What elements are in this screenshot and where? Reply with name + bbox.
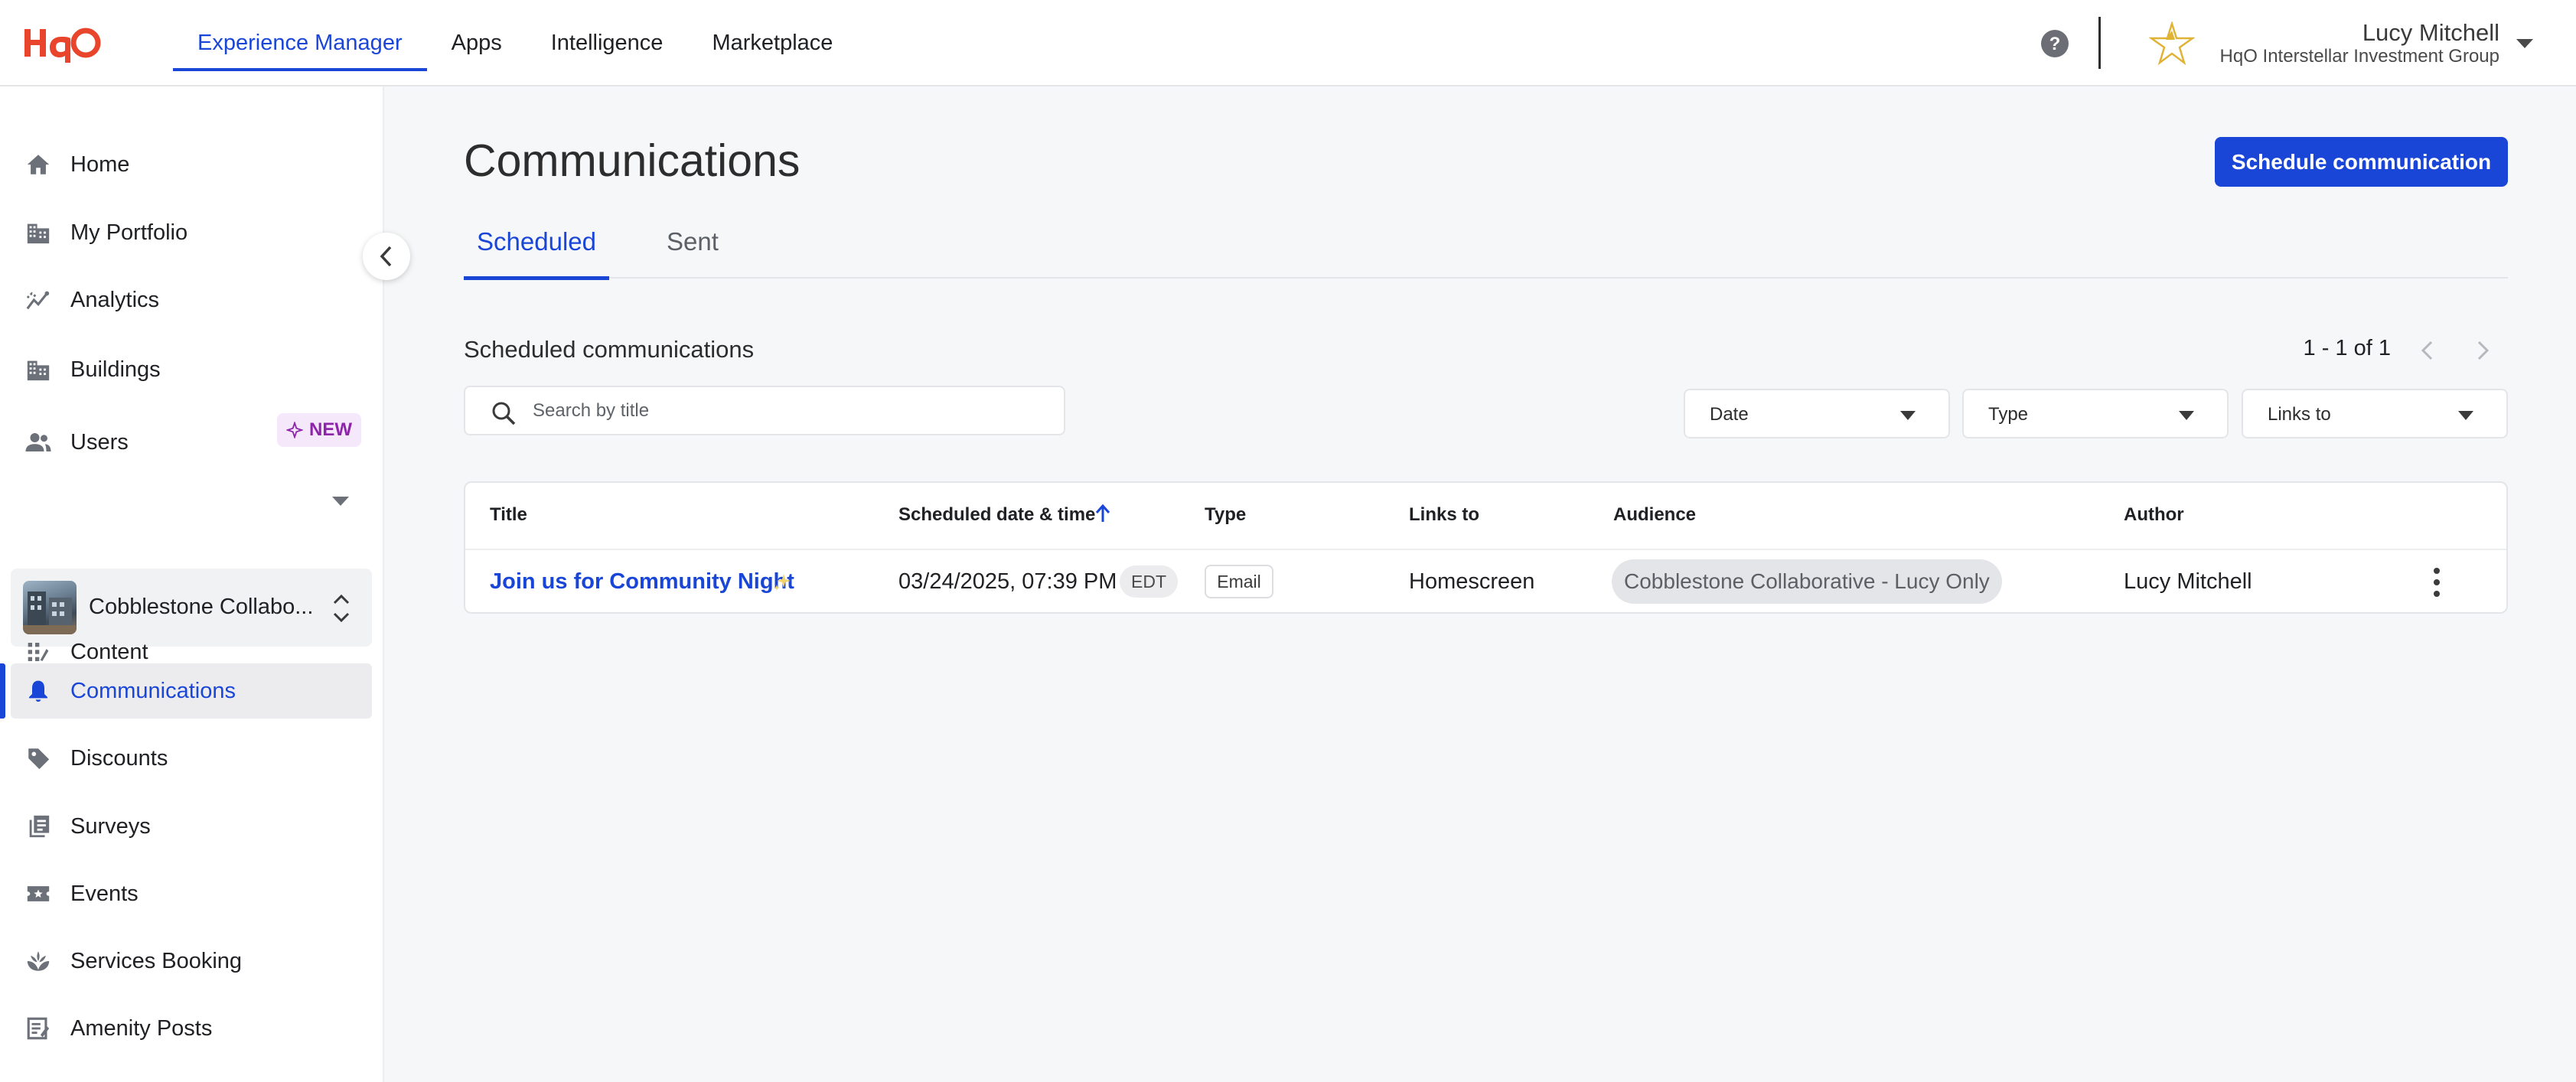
author-value: Lucy Mitchell [2124, 569, 2252, 594]
page-prev-icon[interactable] [2417, 338, 2438, 363]
analytics-icon [23, 285, 54, 315]
top-bar: Experience Manager Apps Intelligence Mar… [0, 0, 2576, 86]
svg-text:?: ? [2049, 34, 2061, 54]
filter-label: Links to [2268, 404, 2331, 425]
sidebar-item-label: My Portfolio [70, 220, 188, 245]
topnav-marketplace[interactable]: Marketplace [687, 0, 857, 86]
users-expand-chevron-icon[interactable] [331, 495, 351, 507]
sidebar-item-services-booking[interactable]: Services Booking [11, 934, 372, 989]
links-to-filter-select[interactable]: Links to [2242, 389, 2508, 438]
events-icon [23, 878, 54, 909]
sidebar-item-buildings[interactable]: Buildings [11, 342, 372, 397]
pagination-status: 1 - 1 of 1 [2303, 336, 2391, 360]
surveys-icon [23, 811, 54, 842]
hqo-logo[interactable] [21, 23, 101, 63]
tag-icon [23, 743, 54, 774]
sidebar-item-analytics[interactable]: Analytics [11, 272, 372, 328]
column-header-type[interactable]: Type [1205, 504, 1246, 526]
page-next-icon[interactable] [2472, 338, 2493, 363]
filter-label: Type [1988, 404, 2029, 425]
sidebar-item-my-portfolio[interactable]: My Portfolio [11, 205, 372, 260]
sidebar-item-label: Surveys [70, 813, 151, 839]
home-icon [23, 149, 54, 180]
top-navigation: Experience Manager Apps Intelligence Mar… [173, 0, 857, 86]
more-actions-icon[interactable] [2421, 565, 2452, 600]
sidebar-item-users[interactable]: Users [11, 415, 372, 470]
sidebar-item-label: Services Booking [70, 948, 243, 973]
filter-label: Date [1710, 404, 1749, 425]
search-field [464, 386, 1065, 435]
sidebar-collapse-button[interactable] [363, 233, 410, 280]
caret-down-icon [2179, 411, 2194, 420]
sidebar-item-label: Content [70, 639, 148, 664]
caret-down-icon [2458, 411, 2473, 420]
content-icon [23, 637, 54, 667]
column-header-scheduled-date[interactable]: Scheduled date & time [898, 504, 1095, 526]
timezone-badge: EDT [1120, 565, 1178, 598]
sidebar-item-surveys[interactable]: Surveys [11, 799, 372, 854]
sidebar-item-amenity-posts[interactable]: Amenity Posts [11, 1001, 372, 1056]
communications-table: Title Scheduled date & time Type Links t… [464, 481, 2508, 614]
topnav-intelligence[interactable]: Intelligence [527, 0, 688, 86]
sidebar-item-label: Home [70, 152, 130, 177]
users-icon [23, 427, 54, 458]
services-icon [23, 946, 54, 976]
sidebar: Home My Portfolio Analytics Buildings NE… [0, 86, 410, 1082]
column-header-author[interactable]: Author [2124, 504, 2184, 526]
tab-scheduled[interactable]: Scheduled [464, 205, 609, 280]
section-title: Scheduled communications [464, 336, 755, 363]
page-title: Communications [464, 135, 801, 186]
communication-title-link[interactable]: Join us for Community Night [490, 569, 794, 595]
active-indicator [0, 663, 5, 719]
sidebar-item-label: Users [70, 429, 129, 455]
sort-ascending-icon[interactable] [1094, 504, 1111, 523]
header-divider [465, 549, 2506, 550]
search-input[interactable] [533, 393, 1053, 429]
sidebar-item-communications[interactable]: Communications [11, 663, 372, 719]
date-filter-select[interactable]: Date [1684, 389, 1950, 438]
bell-icon [23, 676, 54, 706]
sidebar-item-home[interactable]: Home [11, 137, 372, 192]
sidebar-item-events[interactable]: Events [11, 866, 372, 921]
topnav-apps[interactable]: Apps [427, 0, 527, 86]
unfold-icon [333, 594, 350, 623]
schedule-communication-button[interactable]: Schedule communication [2215, 137, 2508, 187]
type-badge: Email [1205, 565, 1273, 598]
audience-chip: Cobblestone Collaborative - Lucy Only [1612, 559, 2002, 604]
search-icon [492, 402, 516, 425]
column-header-links-to[interactable]: Links to [1409, 504, 1479, 526]
sidebar-item-label: Events [70, 881, 139, 906]
portfolio-icon [23, 217, 54, 248]
sidebar-item-label: Communications [70, 678, 236, 703]
topnav-experience-manager[interactable]: Experience Manager [173, 0, 427, 86]
user-menu-caret-icon[interactable] [2515, 37, 2535, 51]
caret-down-icon [1900, 411, 1916, 420]
scheduled-datetime: 03/24/2025, 07:39 PM [898, 569, 1117, 594]
chevron-left-icon [380, 246, 392, 267]
sidebar-item-label: Analytics [70, 287, 160, 312]
help-icon[interactable]: ? [2040, 29, 2069, 58]
sidebar-item-label: Amenity Posts [70, 1015, 213, 1041]
org-star-icon [2149, 21, 2195, 66]
column-header-audience[interactable]: Audience [1613, 504, 1696, 526]
tab-bar: Scheduled Sent [464, 205, 2508, 280]
sparkle-icon [774, 574, 791, 591]
amenity-posts-icon [23, 1013, 54, 1044]
user-name[interactable]: Lucy Mitchell [2362, 19, 2499, 47]
buildings-icon [23, 354, 54, 385]
links-to-value: Homescreen [1409, 569, 1535, 594]
tab-sent[interactable]: Sent [651, 205, 735, 279]
sidebar-item-label: Buildings [70, 357, 161, 382]
sidebar-item-discounts[interactable]: Discounts [11, 731, 372, 786]
user-org: HqO Interstellar Investment Group [2219, 46, 2499, 67]
column-header-title[interactable]: Title [490, 504, 527, 526]
type-filter-select[interactable]: Type [1962, 389, 2229, 438]
sidebar-item-label: Discounts [70, 745, 168, 771]
building-name: Cobblestone Collabo... [89, 595, 314, 619]
top-divider [2098, 17, 2101, 69]
